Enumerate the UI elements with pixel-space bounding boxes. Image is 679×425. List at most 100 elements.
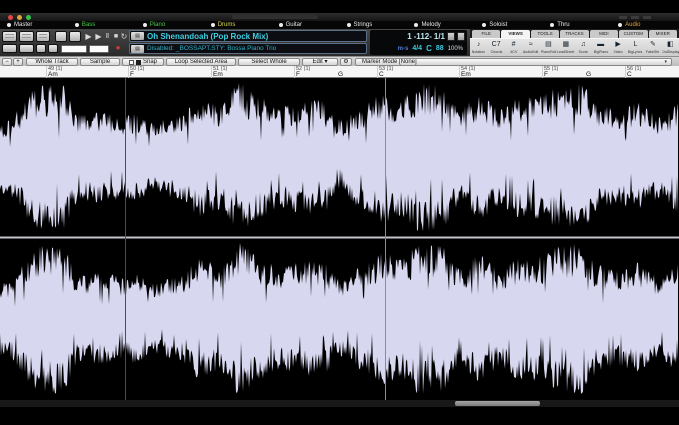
- track-tab-melody[interactable]: Melody: [407, 21, 475, 29]
- view-button-video[interactable]: ▶Video: [609, 39, 626, 56]
- time-signature[interactable]: 4/4: [412, 45, 422, 52]
- fakesht-icon: ✎: [650, 41, 656, 49]
- chord-label: F: [544, 72, 548, 78]
- track-tab-bass[interactable]: Bass: [68, 21, 136, 29]
- track-radio-icon: [279, 23, 283, 27]
- track-tab-master[interactable]: Master: [0, 21, 68, 29]
- bar-entry-field[interactable]: [61, 45, 87, 53]
- track-tab-label: Thru: [557, 21, 569, 29]
- ribbon-tab-file[interactable]: FILE: [472, 30, 500, 38]
- whole-track-button[interactable]: Whole Track: [26, 58, 78, 66]
- ribbon-tab-tracks[interactable]: TRACKS: [560, 30, 588, 38]
- song-key[interactable]: C: [426, 44, 432, 53]
- bar-ruler[interactable]: 49 (1)Am50 (1)F51 (1)Em52 (1)F53 (1)C54 …: [0, 66, 679, 78]
- playback-speed[interactable]: 100%: [448, 46, 463, 52]
- view-button-score[interactable]: ♫Score: [575, 39, 592, 56]
- gear-icon[interactable]: [457, 32, 465, 41]
- play-button[interactable]: ▶: [84, 31, 93, 42]
- bar-tick-line: [211, 66, 212, 78]
- settings-small-button[interactable]: [19, 44, 34, 53]
- view-button-label: #CV: [510, 49, 517, 54]
- view-button-chddisplay[interactable]: ◧ChdDisplay: [662, 39, 679, 56]
- track-radio-icon: [143, 23, 147, 27]
- mixer-grid-button[interactable]: [2, 31, 17, 42]
- new-song-icon[interactable]: [55, 31, 67, 42]
- view-button-label: Notation: [472, 49, 485, 54]
- waveform-canvas[interactable]: [0, 78, 679, 400]
- edit-marker-line: [125, 78, 126, 400]
- track-tab-piano[interactable]: Piano: [136, 21, 204, 29]
- horizontal-scrollbar[interactable]: [0, 400, 679, 407]
- titlebar-widgets: [619, 16, 663, 19]
- view-button-leadsheet[interactable]: ▦LeadSheet: [557, 39, 574, 56]
- view-button-audioedit[interactable]: ≈AudioEdit: [522, 39, 539, 56]
- view-button-#cv[interactable]: ##CV: [505, 39, 522, 56]
- view-button-bigpiano[interactable]: ▬BigPiano: [592, 39, 609, 56]
- panel-grid-button[interactable]: [36, 31, 50, 42]
- marker-mode-dropdown[interactable]: Marker Mode [None] ▾: [355, 58, 672, 66]
- track-tab-drums[interactable]: Drums: [204, 21, 272, 29]
- chord-label: F: [296, 72, 300, 78]
- track-tab-strings[interactable]: Strings: [340, 21, 408, 29]
- scrollbar-thumb[interactable]: [455, 401, 540, 406]
- save-as-icon[interactable]: [48, 44, 58, 53]
- view-button-label: Score: [579, 49, 588, 54]
- zoom-out-button[interactable]: −: [2, 58, 12, 66]
- view-button-fakesht[interactable]: ✎FakeSht: [644, 39, 661, 56]
- snap-grid-icon: [136, 60, 141, 65]
- chordsheet-grid-button[interactable]: [19, 31, 34, 42]
- bar-tick-line: [46, 66, 47, 78]
- ribbon-tab-views[interactable]: VIEWS: [501, 30, 529, 38]
- track-tab-audio[interactable]: Audio: [611, 21, 679, 29]
- playhead-line: [385, 78, 386, 400]
- ribbon-tab-midi[interactable]: MIDI: [590, 30, 618, 38]
- zoom-in-button[interactable]: +: [13, 58, 23, 66]
- window-titlebar[interactable]: [0, 13, 679, 21]
- sample-button[interactable]: Sample: [80, 58, 120, 66]
- track-tab-label: Strings: [354, 21, 373, 29]
- leadsheet-icon: ▦: [563, 41, 570, 49]
- chord-label: F: [130, 72, 134, 78]
- open-song-icon[interactable]: [69, 31, 81, 42]
- view-button-label: LeadSheet: [557, 49, 574, 54]
- view-button-pianoroll[interactable]: ▤PianoRoll: [540, 39, 557, 56]
- loop-selected-area-button[interactable]: Loop Selected Area: [166, 58, 236, 66]
- lock-icon[interactable]: [447, 32, 455, 41]
- channel-divider-line: [0, 237, 679, 239]
- edit-menu-button[interactable]: Edit ▾: [302, 58, 338, 66]
- zoom-window-icon[interactable]: [26, 15, 31, 20]
- ribbon-tab-custom[interactable]: CUSTOM: [619, 30, 647, 38]
- view-button-label: AudioEdit: [523, 49, 538, 54]
- track-tab-label: Piano: [150, 21, 165, 29]
- view-button-label: ChdDisplay: [662, 49, 679, 54]
- ribbon-tab-mixer[interactable]: MIXER: [649, 30, 677, 38]
- view-button-biglyrics[interactable]: LBigLyrics: [627, 39, 644, 56]
- window-title: [232, 15, 318, 19]
- chddisplay-icon: ◧: [667, 41, 674, 49]
- close-window-icon[interactable]: [8, 15, 13, 20]
- tools-small-button[interactable]: [2, 44, 17, 53]
- track-tab-soloist[interactable]: Soloist: [475, 21, 543, 29]
- view-button-chords[interactable]: C7Chords: [487, 39, 504, 56]
- track-tab-guitar[interactable]: Guitar: [272, 21, 340, 29]
- track-tab-label: Melody: [421, 21, 440, 29]
- select-whole-button[interactable]: Select Whole: [238, 58, 300, 66]
- waveform-area[interactable]: [0, 78, 679, 400]
- ribbon-tab-tools[interactable]: TOOLS: [531, 30, 559, 38]
- view-button-notation[interactable]: ♪Notation: [470, 39, 487, 56]
- video-icon: ▶: [615, 41, 620, 49]
- track-tab-label: Bass: [82, 21, 95, 29]
- settings-gear-button[interactable]: ⚙: [340, 58, 352, 66]
- track-tab-thru[interactable]: Thru: [543, 21, 611, 29]
- track-radio-icon: [347, 23, 351, 27]
- bar-tick-line: [625, 66, 626, 78]
- save-icon[interactable]: [36, 44, 46, 53]
- minimize-window-icon[interactable]: [17, 15, 22, 20]
- views-icon-strip: ♪NotationC7Chords##CV≈AudioEdit▤PianoRol…: [470, 38, 679, 56]
- snap-checkbox[interactable]: Snap: [122, 58, 164, 66]
- band-in-a-box-window: Master Bass Piano DrumsGuitar Strings Melody S…: [0, 0, 679, 425]
- track-radio-icon: [618, 23, 622, 27]
- track-tab-label: Soloist: [489, 21, 507, 29]
- chord-label: Em: [461, 72, 471, 78]
- tempo-value[interactable]: 88: [436, 45, 444, 52]
